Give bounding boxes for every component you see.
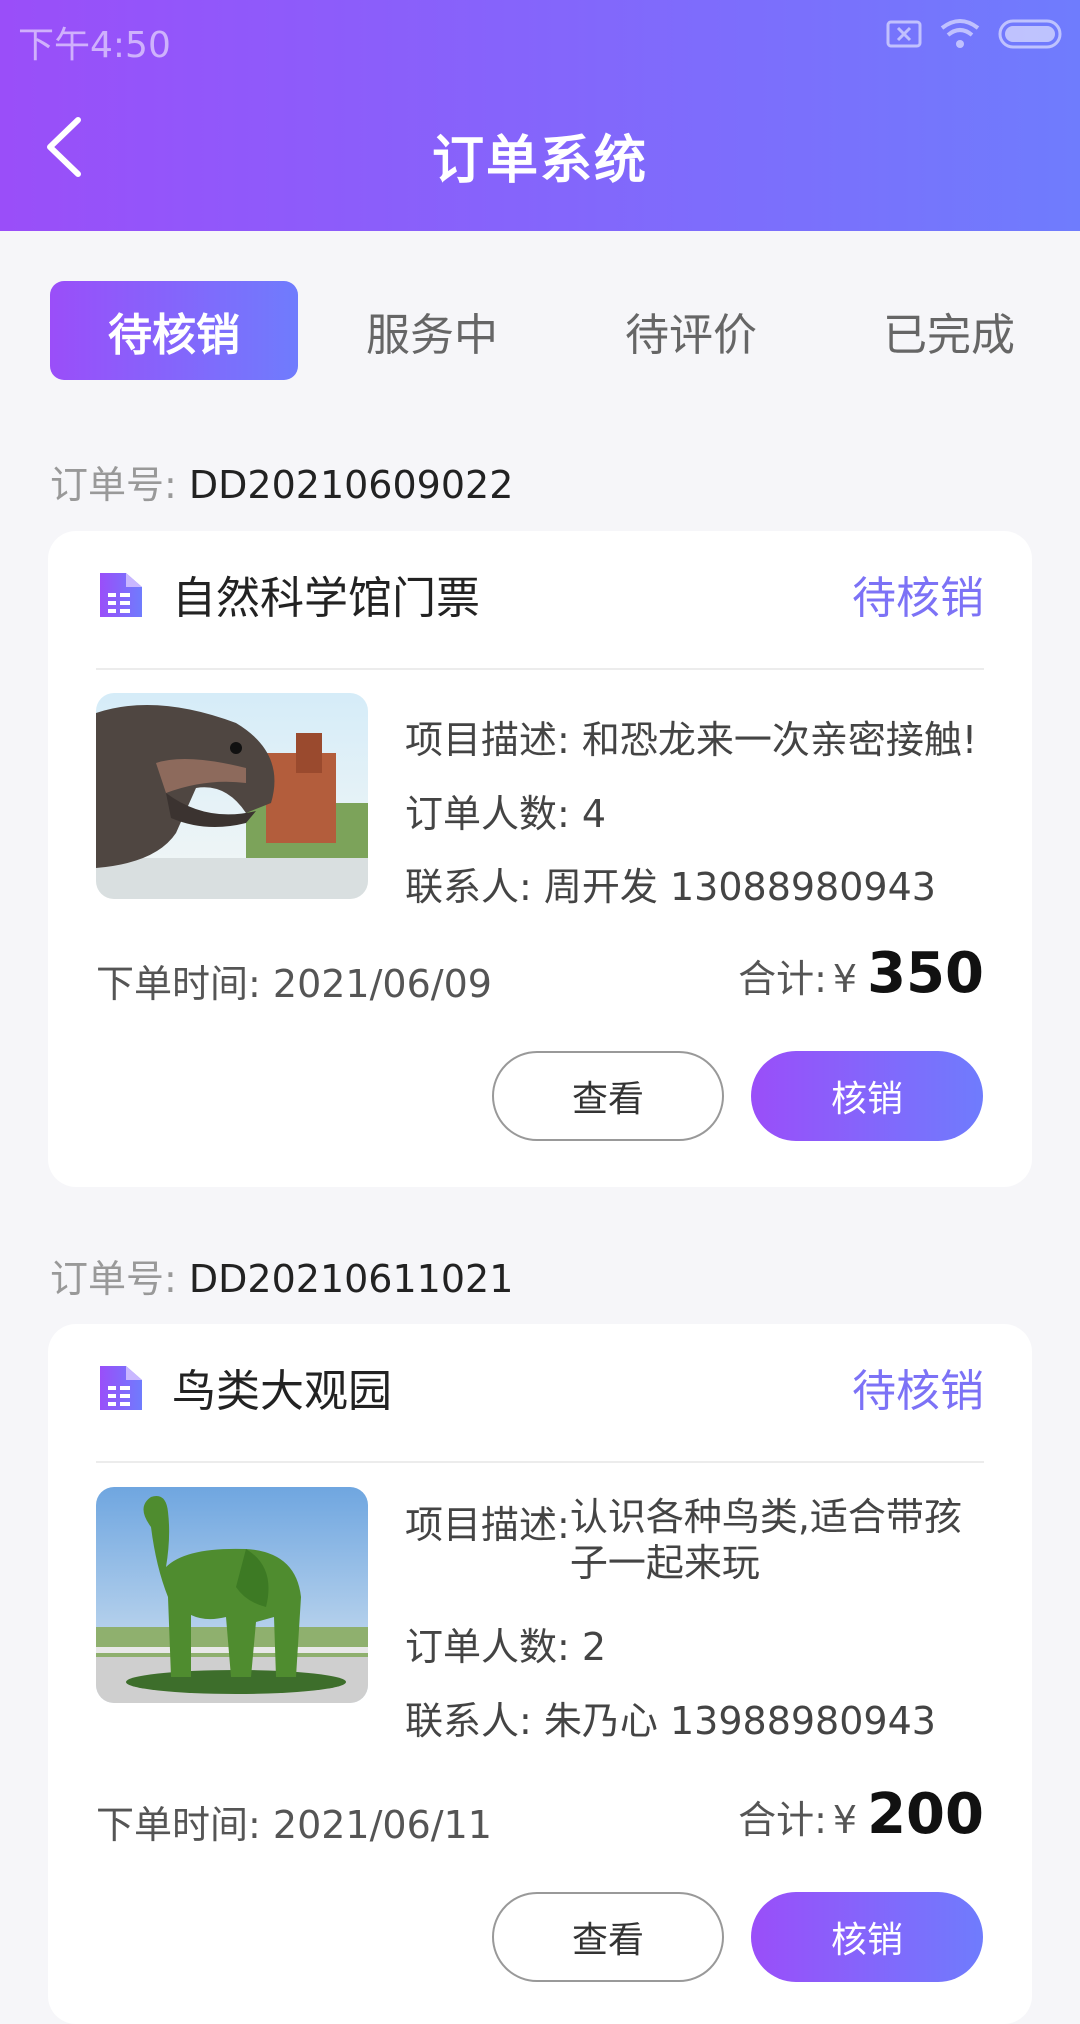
page-title: 订单系统 <box>431 131 648 191</box>
people-label: 订单人数: <box>405 1625 570 1669</box>
battery-icon <box>998 19 1062 49</box>
tab-pending-verify[interactable]: 待核销 <box>50 281 298 380</box>
tab-in-service[interactable]: 服务中 <box>308 281 556 380</box>
order-status-tabs: 待核销 服务中 待评价 已完成 <box>50 281 1050 380</box>
verify-button[interactable]: 核销 <box>751 1892 983 1982</box>
desc-label: 项目描述: <box>405 1503 570 1547</box>
order-time-value: 2021/06/11 <box>272 1803 492 1847</box>
topiary-elephant-photo <box>96 1487 368 1703</box>
wifi-icon <box>940 19 980 48</box>
desc-value: 和恐龙来一次亲密接触! <box>581 718 978 762</box>
order-status-badge: 待核销 <box>852 1366 984 1417</box>
tab-completed[interactable]: 已完成 <box>825 281 1073 380</box>
card-header: 自然科学馆门票 待核销 <box>96 569 984 629</box>
document-icon <box>100 1366 142 1410</box>
app-header: 下午4:50 订单系统 <box>0 0 1080 231</box>
desc-label: 项目描述: <box>405 718 570 762</box>
people-value: 4 <box>581 792 607 836</box>
order-time-label: 下单时间: <box>96 1803 261 1847</box>
contact-label: 联系人: <box>405 865 532 909</box>
document-icon <box>100 573 142 617</box>
card-header: 鸟类大观园 待核销 <box>96 1362 984 1422</box>
contact-row: 联系人: 周开发 13088980943 <box>405 856 936 911</box>
tab-pending-review[interactable]: 待评价 <box>567 281 815 380</box>
item-title: 自然科学馆门票 <box>172 573 480 624</box>
people-row: 订单人数: 4 <box>405 783 606 838</box>
desc-row: 项目描述: 和恐龙来一次亲密接触! <box>405 709 977 764</box>
order-number-label: 订单号: <box>50 1257 177 1301</box>
item-title: 鸟类大观园 <box>172 1366 392 1417</box>
order-number-value: DD20210609022 <box>188 463 514 507</box>
sim-icon <box>886 20 922 48</box>
dinosaur-photo <box>96 693 368 899</box>
order-total: 合计: ¥ 200 <box>738 1782 984 1847</box>
people-value: 2 <box>581 1625 607 1669</box>
currency-symbol: ¥ <box>832 957 858 1001</box>
order-status-badge: 待核销 <box>852 573 984 624</box>
verify-button[interactable]: 核销 <box>751 1051 983 1141</box>
contact-value: 朱乃心 13988980943 <box>543 1699 936 1743</box>
order-card[interactable]: 鸟类大观园 待核销 项目描述: 认识各种鸟类,适合带孩子一起来玩 订单人数: 2… <box>48 1324 1032 2024</box>
status-icons <box>886 18 1064 50</box>
order-number-value: DD20210611021 <box>188 1257 514 1301</box>
order-total: 合计: ¥ 350 <box>738 941 984 1006</box>
order-time-label: 下单时间: <box>96 962 261 1006</box>
order-time: 下单时间: 2021/06/11 <box>96 1794 492 1849</box>
contact-value: 周开发 13088980943 <box>543 865 936 909</box>
order-card[interactable]: 自然科学馆门票 待核销 项目描述: 和恐龙来一次亲密接触! 订单人数: 4 联系… <box>48 531 1032 1187</box>
total-amount: 200 <box>867 1782 984 1847</box>
order-time: 下单时间: 2021/06/09 <box>96 953 492 1008</box>
contact-label: 联系人: <box>405 1699 532 1743</box>
desc-value: 认识各种鸟类,适合带孩子一起来玩 <box>569 1495 962 1585</box>
people-label: 订单人数: <box>405 792 570 836</box>
order-number-row: 订单号: DD20210611021 <box>50 1248 513 1303</box>
contact-row: 联系人: 朱乃心 13988980943 <box>405 1690 936 1745</box>
divider <box>96 1461 984 1463</box>
total-label: 合计: <box>738 1798 827 1842</box>
view-button[interactable]: 查看 <box>492 1051 724 1141</box>
desc-row: 项目描述: 认识各种鸟类,适合带孩子一起来玩 <box>405 1494 990 1586</box>
divider <box>96 668 984 670</box>
order-time-value: 2021/06/09 <box>272 962 492 1006</box>
order-number-row: 订单号: DD20210609022 <box>50 454 513 509</box>
people-row: 订单人数: 2 <box>405 1616 606 1671</box>
total-label: 合计: <box>738 957 827 1001</box>
order-number-label: 订单号: <box>50 463 177 507</box>
total-amount: 350 <box>867 941 984 1006</box>
currency-symbol: ¥ <box>832 1798 858 1842</box>
status-time: 下午4:50 <box>18 25 171 66</box>
view-button[interactable]: 查看 <box>492 1892 724 1982</box>
